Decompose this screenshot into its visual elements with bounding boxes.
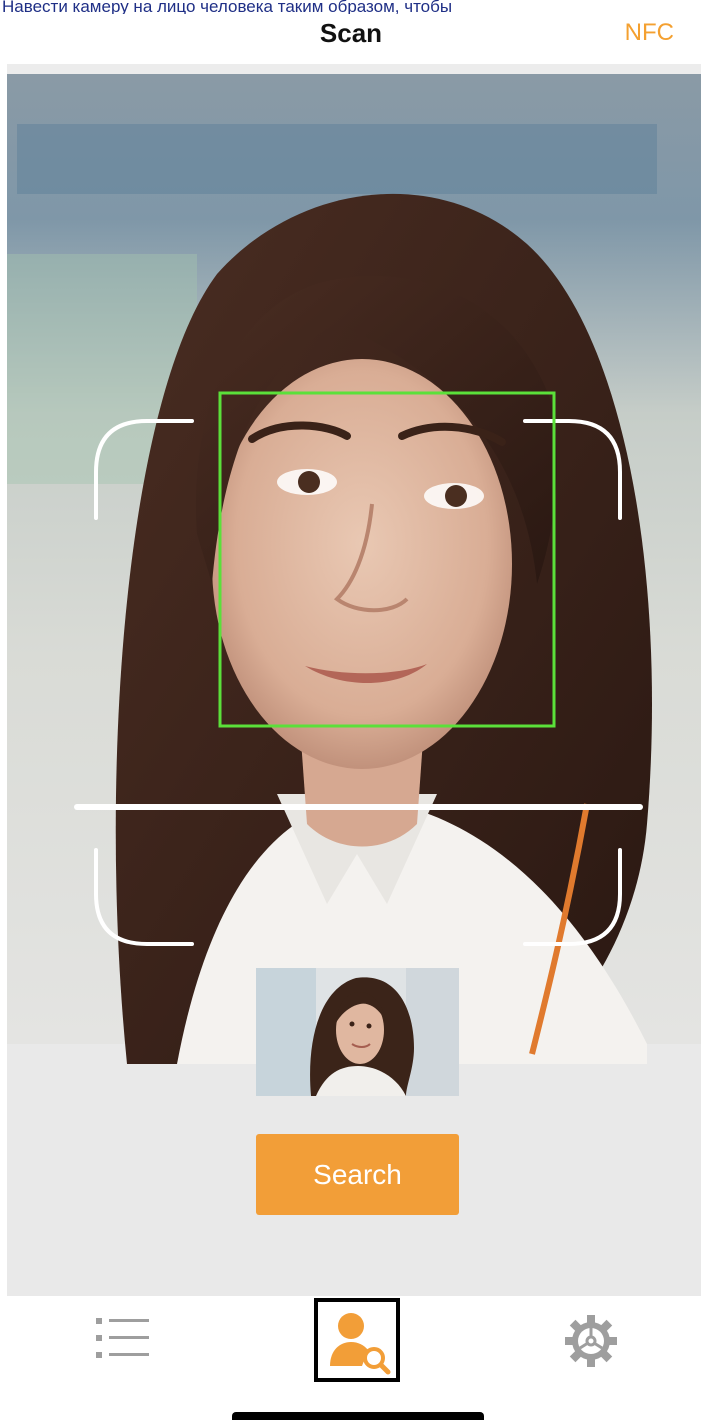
tab-settings[interactable] [562,1312,620,1370]
camera-feed-image [7,64,701,1296]
face-search-icon [330,1313,391,1375]
page-title: Scan [319,18,383,48]
tab-bar [0,1296,702,1420]
search-button[interactable]: Search [256,1134,459,1215]
tab-scan[interactable] [314,1298,400,1382]
gear-icon [565,1315,617,1367]
list-icon [96,1318,149,1358]
instruction-caption: Навести камеру на лицо человека таким об… [2,0,453,14]
captured-face-thumbnail [256,968,459,1096]
tab-list[interactable] [96,1316,152,1360]
navigation-bar: Scan NFC [0,14,702,64]
nfc-button[interactable]: NFC [625,19,674,47]
camera-preview: Search [7,64,701,1296]
home-indicator [232,1412,484,1420]
